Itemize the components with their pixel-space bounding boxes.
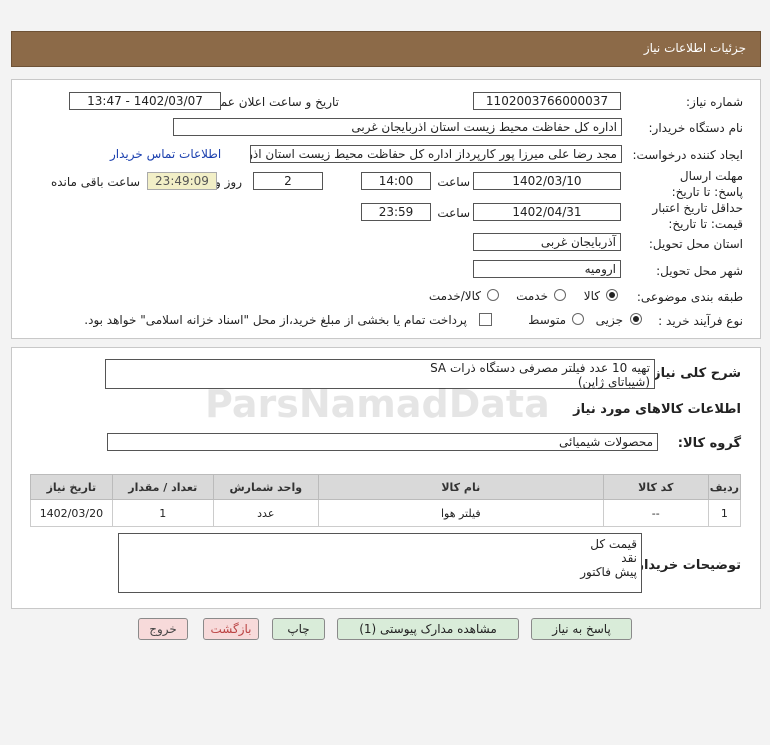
col-code-header: کد کالا (602, 474, 709, 500)
creator-label: ایجاد کننده درخواست: (632, 148, 743, 162)
category-goods-service-label: کالا/خدمت (428, 289, 481, 303)
buyer-note-line: نقد (621, 551, 637, 565)
reply-time-field: 14:00 (361, 172, 431, 190)
col-unit-header: واحد شمارش (212, 474, 319, 500)
attachments-button[interactable]: مشاهده مدارک پیوستی (1) (337, 618, 519, 640)
remaining-label: ساعت باقی مانده (50, 175, 140, 189)
buyer-notes-label: توضیحات خریدار: (631, 558, 741, 573)
goods-table: ردیف کد کالا نام کالا واحد شمارش تعداد /… (30, 474, 742, 527)
category-goods-radio[interactable] (606, 289, 618, 301)
exit-button[interactable]: خروج (138, 618, 188, 640)
category-goods-label: کالا (583, 289, 600, 303)
process-label: نوع فرآیند خرید : (658, 314, 743, 328)
city-field: ارومیه (473, 260, 621, 278)
days-field: 2 (253, 172, 323, 190)
buyer-org-label: نام دستگاه خریدار: (648, 121, 744, 135)
summary-line-1: تهیه 10 عدد فیلتر مصرفی دستگاه ذرات SA (430, 361, 650, 375)
need-number-label: شماره نیاز: (686, 95, 743, 109)
summary-field: تهیه 10 عدد فیلتر مصرفی دستگاه ذرات SA (… (105, 359, 655, 389)
reply-date-field: 1402/03/10 (473, 172, 621, 190)
cell-date: 1402/03/20 (30, 499, 113, 527)
cell-code: -- (602, 499, 709, 527)
reply-button[interactable]: پاسخ به نیاز (531, 618, 632, 640)
print-button[interactable]: چاپ (272, 618, 325, 640)
remaining-time-field: 23:49:09 (147, 172, 217, 190)
page-header: جزئیات اطلاعات نیاز (11, 31, 761, 67)
validity-time-field: 23:59 (361, 203, 431, 221)
validity-time-label: ساعت (437, 206, 470, 220)
buyer-org-field: اداره کل حفاظت محیط زیست استان اذربایجان… (173, 118, 622, 136)
announce-datetime-field: 1402/03/07 - 13:47 (69, 92, 221, 110)
city-label: شهر محل تحویل: (656, 264, 743, 278)
cell-qty: 1 (111, 499, 214, 527)
table-row: 1 -- فیلتر هوا عدد 1 1402/03/20 (30, 499, 742, 527)
category-service-radio[interactable] (554, 289, 566, 301)
reply-deadline-label: مهلت ارسال پاسخ: تا تاریخ: (671, 169, 743, 199)
treasury-payment-note: پرداخت تمام یا بخشی از مبلغ خرید،از محل … (84, 313, 467, 327)
col-qty-header: تعداد / مقدار (111, 474, 214, 500)
cell-name: فیلتر هوا (317, 499, 604, 527)
province-label: استان محل تحویل: (648, 237, 743, 251)
buyer-notes-field: قیمت کل نقد پیش فاکتور (118, 533, 642, 593)
creator-field: مجد رضا علی میرزا پور کارپرداز اداره کل … (250, 145, 622, 163)
page-title: جزئیات اطلاعات نیاز (643, 41, 746, 55)
province-field: آذربایجان غربی (473, 233, 621, 251)
process-medium-label: متوسط (528, 313, 566, 327)
validity-label: حداقل تاریخ اعتبار قیمت: تا تاریخ: (652, 201, 743, 231)
col-date-header: تاریخ نیاز (30, 474, 113, 500)
table-header-row: ردیف کد کالا نام کالا واحد شمارش تعداد /… (30, 474, 742, 500)
days-label: روز و (215, 175, 242, 189)
cell-row: 1 (707, 499, 742, 527)
treasury-payment-checkbox[interactable] (479, 313, 492, 326)
category-goods-service-radio[interactable] (487, 289, 499, 301)
buyer-note-line: قیمت کل (590, 537, 637, 551)
category-service-label: خدمت (516, 289, 548, 303)
goods-group-field: محصولات شیمیائی (107, 433, 658, 451)
need-number-field: 1102003766000037 (473, 92, 621, 110)
back-button[interactable]: بازگشت (203, 618, 259, 640)
cell-unit: عدد (212, 499, 319, 527)
goods-info-title: اطلاعات کالاهای مورد نیاز (573, 402, 741, 417)
validity-date-field: 1402/04/31 (473, 203, 621, 221)
process-minor-label: جزیی (595, 313, 623, 327)
category-label: طبقه بندی موضوعی: (636, 290, 743, 304)
goods-group-label: گروه کالا: (677, 436, 741, 451)
reply-time-label: ساعت (437, 175, 470, 189)
process-minor-radio[interactable] (630, 313, 642, 325)
col-name-header: نام کالا (317, 474, 604, 500)
buyer-note-line: پیش فاکتور (580, 565, 637, 579)
summary-label: شرح کلی نیاز: (647, 366, 741, 381)
process-medium-radio[interactable] (572, 313, 584, 325)
summary-line-2: (شیباتای ژاپن) (577, 375, 650, 389)
buyer-contact-link[interactable]: اطلاعات تماس خریدار (110, 147, 221, 161)
col-row-header: ردیف (707, 474, 742, 500)
